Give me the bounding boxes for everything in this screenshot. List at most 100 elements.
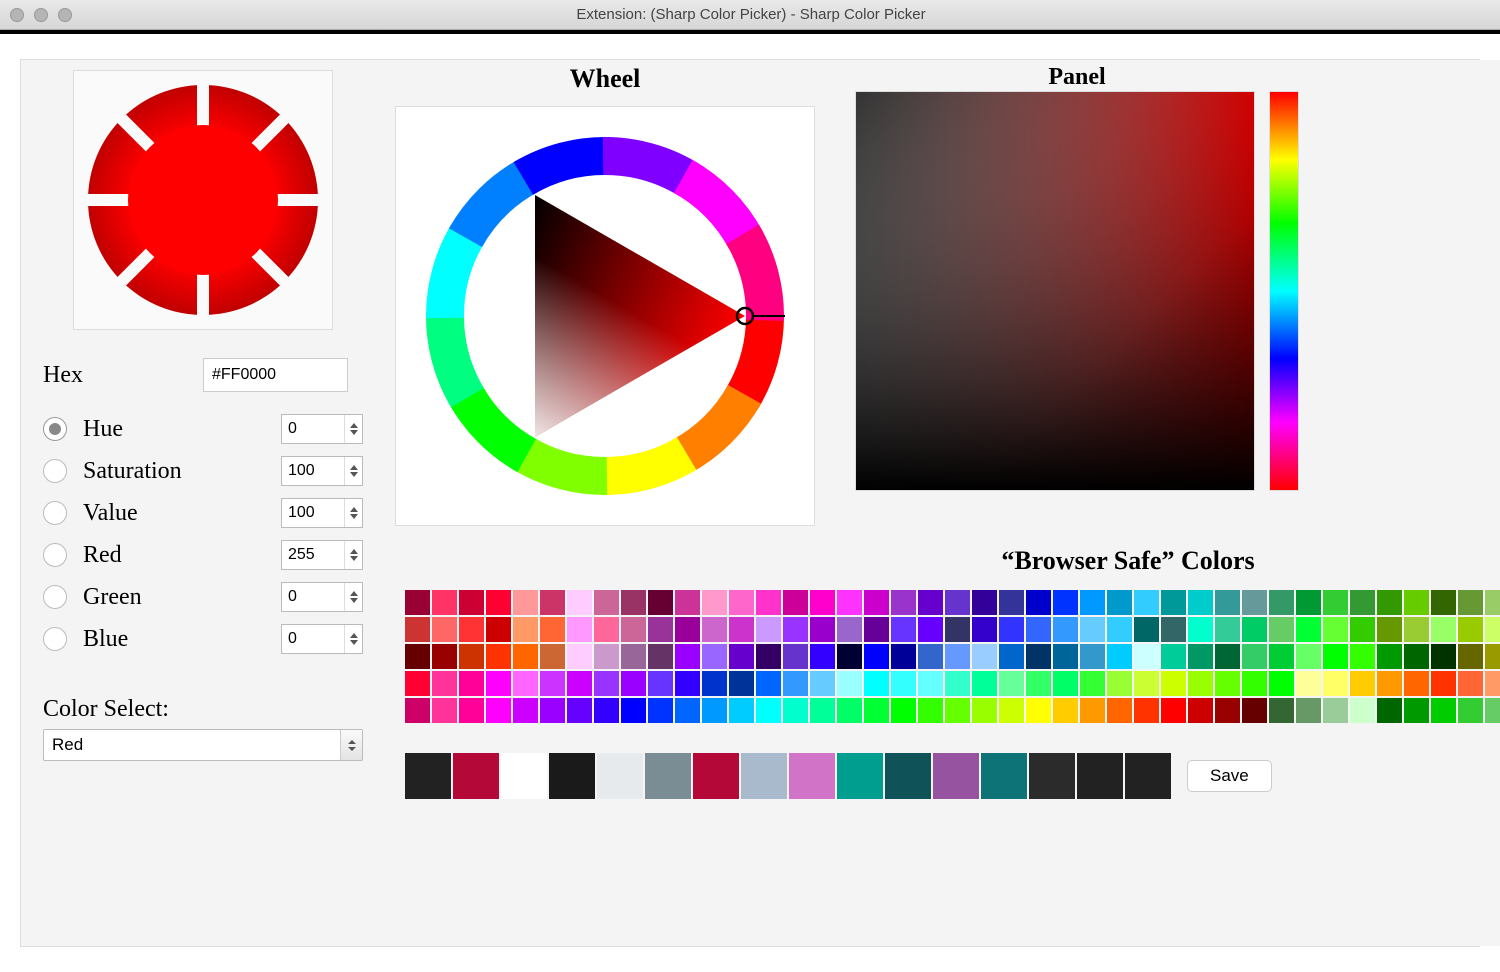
swatch[interactable]: [1242, 617, 1267, 642]
swatch[interactable]: [945, 617, 970, 642]
swatch[interactable]: [702, 617, 727, 642]
swatch[interactable]: [567, 698, 592, 723]
stepper-up-icon[interactable]: [350, 549, 358, 554]
swatch[interactable]: [783, 698, 808, 723]
swatch[interactable]: [1485, 698, 1500, 723]
swatch[interactable]: [1431, 698, 1456, 723]
swatch[interactable]: [810, 644, 835, 669]
swatch[interactable]: [1350, 590, 1375, 615]
swatch[interactable]: [594, 617, 619, 642]
swatch[interactable]: [1215, 698, 1240, 723]
swatch[interactable]: [1053, 698, 1078, 723]
swatch[interactable]: [1242, 698, 1267, 723]
stepper-down-icon[interactable]: [350, 598, 358, 603]
swatch[interactable]: [1350, 644, 1375, 669]
stepper-up-icon[interactable]: [350, 507, 358, 512]
swatch[interactable]: [1080, 671, 1105, 696]
swatch[interactable]: [864, 698, 889, 723]
swatch[interactable]: [675, 698, 700, 723]
saved-swatch[interactable]: [453, 753, 499, 799]
radio-blue[interactable]: [43, 627, 67, 651]
swatch[interactable]: [1242, 590, 1267, 615]
swatch[interactable]: [1377, 590, 1402, 615]
swatch[interactable]: [1296, 617, 1321, 642]
swatch[interactable]: [1377, 644, 1402, 669]
swatch[interactable]: [1323, 644, 1348, 669]
swatch[interactable]: [837, 617, 862, 642]
swatch[interactable]: [1215, 644, 1240, 669]
swatch[interactable]: [594, 590, 619, 615]
swatch[interactable]: [1026, 671, 1051, 696]
swatch[interactable]: [1080, 644, 1105, 669]
swatch[interactable]: [621, 671, 646, 696]
swatch[interactable]: [972, 644, 997, 669]
swatch[interactable]: [1323, 590, 1348, 615]
swatch[interactable]: [864, 644, 889, 669]
swatch[interactable]: [1458, 644, 1483, 669]
swatch[interactable]: [1242, 671, 1267, 696]
swatch[interactable]: [1080, 617, 1105, 642]
stepper-down-icon[interactable]: [350, 430, 358, 435]
swatch[interactable]: [783, 590, 808, 615]
stepper-down-icon[interactable]: [350, 640, 358, 645]
swatch[interactable]: [918, 671, 943, 696]
stepper-up-icon[interactable]: [350, 465, 358, 470]
spinner-value[interactable]: [281, 498, 363, 528]
swatch[interactable]: [1161, 644, 1186, 669]
save-button[interactable]: Save: [1187, 760, 1272, 792]
swatch[interactable]: [405, 617, 430, 642]
swatch[interactable]: [729, 698, 754, 723]
swatch[interactable]: [837, 644, 862, 669]
minimize-window-button[interactable]: [34, 8, 48, 22]
swatch[interactable]: [1134, 617, 1159, 642]
swatch[interactable]: [648, 590, 673, 615]
swatch[interactable]: [540, 590, 565, 615]
swatch[interactable]: [459, 644, 484, 669]
color-select-dropdown[interactable]: Red: [43, 729, 363, 761]
swatch[interactable]: [1188, 698, 1213, 723]
swatch[interactable]: [594, 644, 619, 669]
stepper-up-icon[interactable]: [350, 423, 358, 428]
swatch[interactable]: [945, 698, 970, 723]
swatch[interactable]: [891, 590, 916, 615]
swatch[interactable]: [1134, 644, 1159, 669]
swatch[interactable]: [675, 617, 700, 642]
swatch[interactable]: [999, 698, 1024, 723]
swatch[interactable]: [1458, 698, 1483, 723]
spinner-blue[interactable]: [281, 624, 363, 654]
stepper-down-icon[interactable]: [350, 556, 358, 561]
swatch[interactable]: [837, 590, 862, 615]
swatch[interactable]: [621, 590, 646, 615]
swatch[interactable]: [1107, 617, 1132, 642]
radio-red[interactable]: [43, 543, 67, 567]
swatch[interactable]: [540, 671, 565, 696]
zoom-window-button[interactable]: [58, 8, 72, 22]
swatch[interactable]: [1188, 590, 1213, 615]
sv-panel[interactable]: [855, 91, 1255, 491]
swatch[interactable]: [810, 671, 835, 696]
swatch[interactable]: [1296, 698, 1321, 723]
swatch[interactable]: [918, 617, 943, 642]
swatch[interactable]: [432, 644, 457, 669]
swatch[interactable]: [540, 644, 565, 669]
swatch[interactable]: [1161, 698, 1186, 723]
swatch[interactable]: [783, 617, 808, 642]
swatch[interactable]: [594, 671, 619, 696]
swatch[interactable]: [567, 617, 592, 642]
swatch[interactable]: [972, 698, 997, 723]
swatch[interactable]: [702, 590, 727, 615]
swatch[interactable]: [945, 644, 970, 669]
swatch[interactable]: [1485, 644, 1500, 669]
swatch[interactable]: [1485, 617, 1500, 642]
swatch[interactable]: [810, 590, 835, 615]
swatch[interactable]: [1053, 671, 1078, 696]
saved-swatch[interactable]: [1029, 753, 1075, 799]
swatch[interactable]: [405, 698, 430, 723]
swatch[interactable]: [1350, 617, 1375, 642]
swatch[interactable]: [1269, 617, 1294, 642]
swatch[interactable]: [1107, 644, 1132, 669]
swatch[interactable]: [783, 671, 808, 696]
saved-swatch[interactable]: [885, 753, 931, 799]
swatch[interactable]: [891, 671, 916, 696]
swatch[interactable]: [756, 644, 781, 669]
